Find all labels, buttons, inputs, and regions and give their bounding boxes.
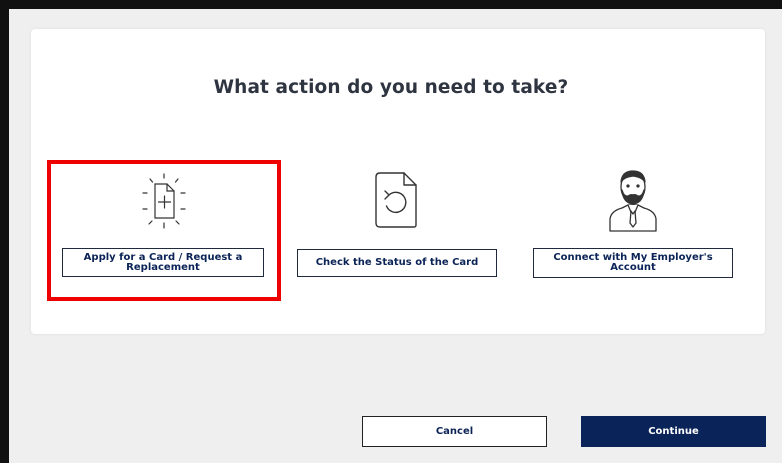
employer-person-icon (609, 170, 657, 232)
cancel-button[interactable]: Cancel (362, 416, 547, 447)
continue-button[interactable]: Continue (581, 416, 766, 447)
check-status-button[interactable]: Check the Status of the Card (297, 249, 497, 277)
apply-card-button[interactable]: Apply for a Card / Request a Replacement (62, 248, 264, 277)
document-refresh-icon (375, 172, 417, 228)
connect-employer-button[interactable]: Connect with My Employer's Account (533, 248, 733, 278)
new-document-icon (142, 173, 186, 229)
page-title: What action do you need to take? (213, 77, 569, 98)
